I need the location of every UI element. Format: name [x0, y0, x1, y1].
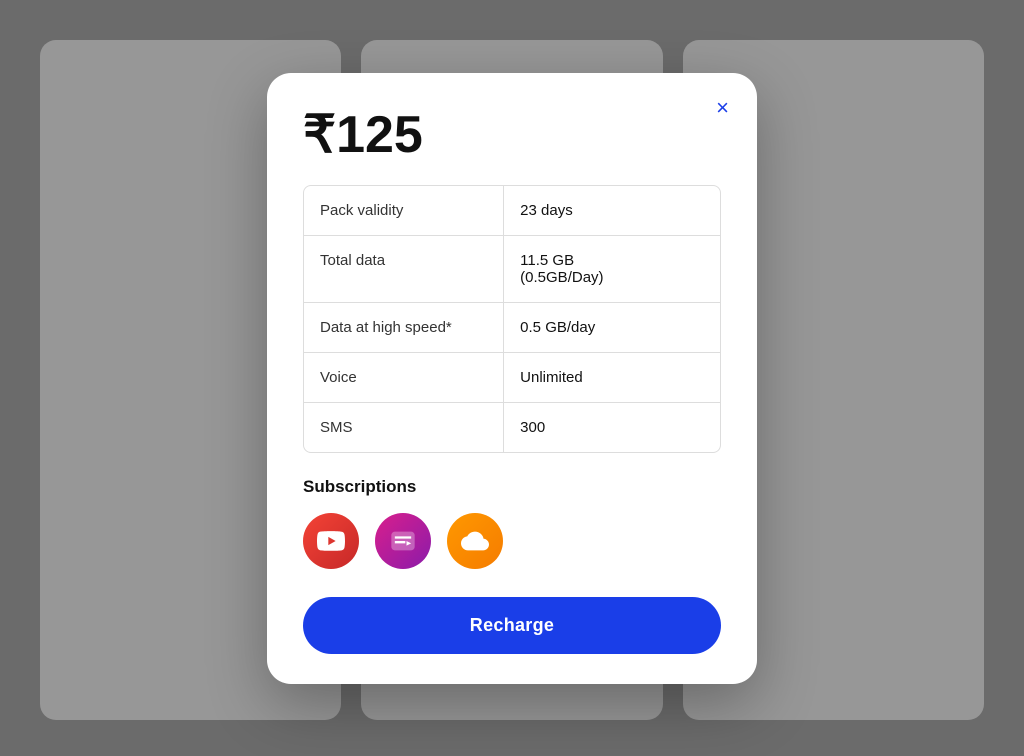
youtube-icon: [303, 513, 359, 569]
table-row: Total data11.5 GB(0.5GB/Day): [304, 235, 720, 302]
row-label: Voice: [304, 352, 504, 402]
details-table: Pack validity23 daysTotal data11.5 GB(0.…: [304, 186, 720, 452]
hotstar-icon: [375, 513, 431, 569]
row-value: 300: [504, 402, 720, 452]
table-row: VoiceUnlimited: [304, 352, 720, 402]
row-value: 0.5 GB/day: [504, 302, 720, 352]
row-label: Data at high speed*: [304, 302, 504, 352]
plan-details-scroll[interactable]: Pack validity23 daysTotal data11.5 GB(0.…: [304, 186, 720, 452]
recharge-button[interactable]: Recharge: [303, 597, 721, 654]
row-value: 11.5 GB(0.5GB/Day): [504, 235, 720, 302]
row-value: 23 days: [504, 186, 720, 236]
row-label: SMS: [304, 402, 504, 452]
plan-price: ₹125: [303, 109, 721, 161]
subscription-icons-row: [303, 513, 721, 569]
close-button[interactable]: ×: [712, 93, 733, 123]
table-row: Pack validity23 days: [304, 186, 720, 236]
cloud-icon: [447, 513, 503, 569]
subscriptions-title: Subscriptions: [303, 477, 721, 497]
table-row: SMS300: [304, 402, 720, 452]
row-value: Unlimited: [504, 352, 720, 402]
plan-details-table: Pack validity23 daysTotal data11.5 GB(0.…: [303, 185, 721, 453]
modal-backdrop: × ₹125 Pack validity23 daysTotal data11.…: [0, 0, 1024, 756]
table-row: Data at high speed*0.5 GB/day: [304, 302, 720, 352]
subscriptions-section: Subscriptions: [303, 477, 721, 569]
row-label: Total data: [304, 235, 504, 302]
modal-container: × ₹125 Pack validity23 daysTotal data11.…: [267, 73, 757, 684]
row-label: Pack validity: [304, 186, 504, 236]
